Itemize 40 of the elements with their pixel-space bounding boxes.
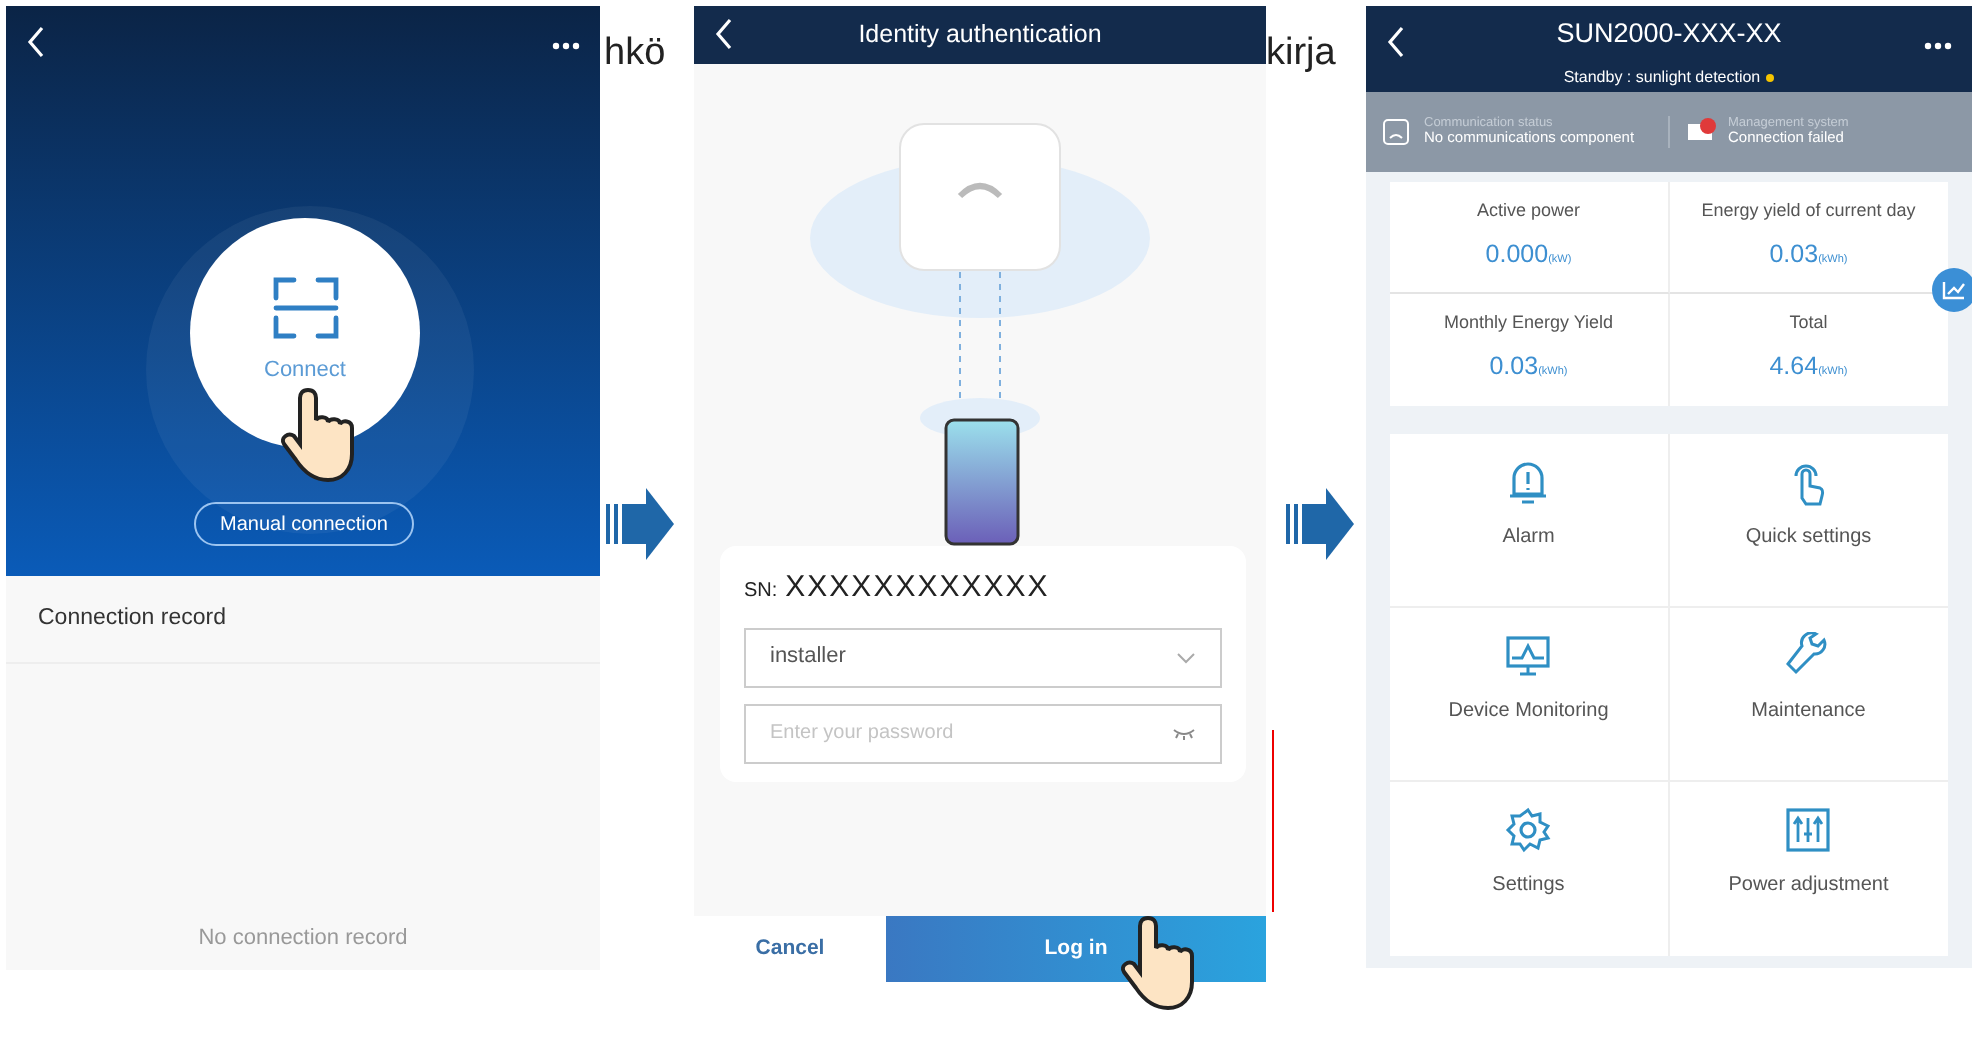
- settings-icon: [1504, 806, 1553, 854]
- back-icon[interactable]: [1386, 26, 1406, 58]
- screen-title: Identity authentication: [858, 18, 1102, 53]
- password-field[interactable]: Enter your password: [770, 718, 1172, 748]
- select-field[interactable]: installer: [744, 627, 1222, 687]
- stat-label: Energy yield of current day: [1699, 198, 1918, 224]
- communication-icon: [1382, 117, 1412, 146]
- chevron-down-icon: [1176, 651, 1196, 663]
- monitor-icon: [1504, 632, 1553, 680]
- arrow-icon: [1286, 488, 1354, 560]
- arrow-icon: [606, 488, 674, 560]
- back-icon[interactable]: [26, 26, 46, 58]
- more-icon[interactable]: [1924, 42, 1952, 50]
- caption-text: kirja: [1266, 30, 1336, 78]
- password-box[interactable]: Enter your password: [744, 703, 1222, 763]
- sliders-icon: [1784, 806, 1833, 854]
- sn-label: SN:: [744, 578, 778, 606]
- status-text: Standby : sunlight detection: [1563, 65, 1761, 90]
- monitor-error-icon: [1686, 117, 1716, 146]
- hand-icon: [1120, 914, 1196, 1012]
- stat-label: Monthly Energy Yield: [1441, 310, 1616, 336]
- serial-number: XXXXXXXXXXXX: [785, 568, 1050, 608]
- user-select[interactable]: installer: [770, 640, 1176, 674]
- caption-text: hkö: [604, 30, 666, 78]
- manual-connection-button[interactable]: Manual connection: [194, 502, 414, 546]
- device-title: SUN2000-XXX-XX: [1556, 20, 1782, 50]
- trend-icon: [1942, 280, 1966, 300]
- section-title: Connection record: [6, 576, 600, 665]
- menu-item[interactable]: Device Monitoring: [1390, 608, 1669, 782]
- chart-button[interactable]: [1932, 268, 1972, 312]
- empty-message: No connection record: [196, 923, 410, 953]
- scan-icon: [271, 274, 339, 342]
- menu-item[interactable]: Alarm: [1390, 434, 1669, 608]
- stat-label: Total: [1787, 310, 1830, 336]
- more-icon[interactable]: [552, 42, 580, 50]
- stat-label: Active power: [1474, 198, 1583, 224]
- eye-closed-icon[interactable]: [1172, 727, 1196, 739]
- back-icon[interactable]: [714, 18, 734, 50]
- hand-icon: [280, 386, 356, 484]
- status-dot: [1766, 73, 1775, 82]
